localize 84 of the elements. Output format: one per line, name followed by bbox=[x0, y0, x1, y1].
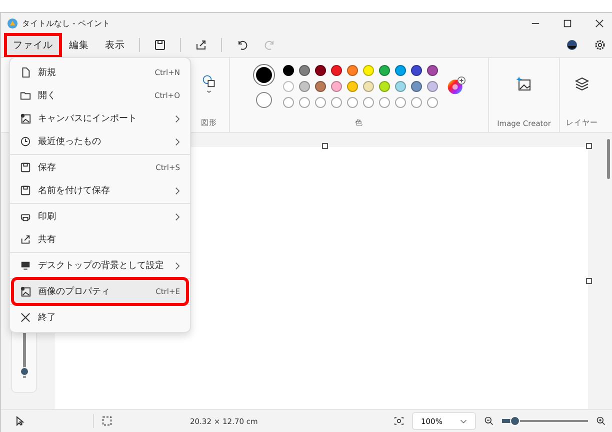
menu-item[interactable]: 終了 bbox=[14, 306, 186, 329]
color-swatch[interactable] bbox=[330, 80, 342, 92]
secondary-color-swatch[interactable] bbox=[256, 92, 272, 108]
chevron-down-icon bbox=[460, 418, 467, 424]
color-swatch[interactable] bbox=[298, 64, 310, 76]
redo-icon bbox=[264, 39, 276, 51]
menu-item[interactable]: デスクトップの背景として設定 bbox=[14, 254, 186, 277]
empty-color-slot[interactable] bbox=[362, 96, 374, 108]
resize-handle[interactable] bbox=[586, 278, 592, 284]
empty-color-slot[interactable] bbox=[426, 96, 438, 108]
empty-color-slot[interactable] bbox=[346, 96, 358, 108]
color-swatch[interactable] bbox=[314, 80, 326, 92]
color-swatch[interactable] bbox=[314, 64, 326, 76]
color-swatch[interactable] bbox=[378, 80, 390, 92]
chevron-right-icon bbox=[175, 186, 180, 194]
menu-item[interactable]: キャンバスにインポート bbox=[14, 107, 186, 130]
scrollbar-thumb[interactable] bbox=[606, 139, 610, 179]
empty-color-slot[interactable] bbox=[378, 96, 390, 108]
color-swatch[interactable] bbox=[426, 64, 438, 76]
color-swatch[interactable] bbox=[410, 80, 422, 92]
folder-icon bbox=[20, 90, 31, 101]
empty-color-slot[interactable] bbox=[330, 96, 342, 108]
slider-thumb[interactable] bbox=[510, 416, 520, 426]
settings-icon[interactable] bbox=[594, 39, 606, 51]
menu-item[interactable]: 最近使ったもの bbox=[14, 130, 186, 153]
menu-item[interactable]: 印刷 bbox=[14, 205, 186, 228]
color-swatch[interactable] bbox=[282, 80, 294, 92]
slider-thumb[interactable] bbox=[20, 367, 28, 376]
edit-colors-icon[interactable] bbox=[446, 76, 466, 96]
layers-icon[interactable] bbox=[574, 76, 590, 92]
chevron-right-icon bbox=[175, 212, 180, 220]
image-sparkle-icon[interactable] bbox=[516, 76, 532, 92]
zoom-in-icon[interactable] bbox=[596, 416, 606, 426]
resize-handle[interactable] bbox=[586, 143, 592, 149]
menu-item[interactable]: 共有 bbox=[14, 228, 186, 251]
clock-icon bbox=[20, 136, 31, 147]
empty-color-slot[interactable] bbox=[394, 96, 406, 108]
resize-handle[interactable] bbox=[322, 143, 328, 149]
selection-icon bbox=[102, 416, 112, 426]
primary-color-swatch[interactable] bbox=[252, 64, 274, 86]
chevron-right-icon bbox=[175, 262, 180, 270]
color-swatch[interactable] bbox=[346, 64, 358, 76]
share-icon bbox=[20, 234, 31, 245]
color-swatch[interactable] bbox=[394, 80, 406, 92]
color-swatch[interactable] bbox=[298, 80, 310, 92]
undo-icon[interactable] bbox=[236, 39, 248, 51]
app-icon bbox=[7, 18, 18, 28]
color-swatch[interactable] bbox=[346, 80, 358, 92]
close-icon bbox=[20, 312, 31, 323]
color-swatch[interactable] bbox=[362, 80, 374, 92]
empty-color-slot[interactable] bbox=[410, 96, 422, 108]
document-icon bbox=[20, 67, 31, 78]
color-swatch[interactable] bbox=[378, 64, 390, 76]
shapes-icon[interactable] bbox=[202, 74, 216, 94]
close-icon[interactable] bbox=[595, 18, 604, 28]
empty-color-slot[interactable] bbox=[314, 96, 326, 108]
color-swatch[interactable] bbox=[426, 80, 438, 92]
save-icon bbox=[20, 162, 31, 173]
save-icon bbox=[20, 185, 31, 196]
color-swatch[interactable] bbox=[282, 64, 294, 76]
cursor-icon bbox=[15, 416, 25, 426]
menu-item[interactable]: 編集 bbox=[63, 36, 95, 54]
monitor-icon bbox=[20, 260, 31, 271]
color-swatch[interactable] bbox=[410, 64, 422, 76]
maximize-icon[interactable] bbox=[563, 18, 572, 28]
image-icon bbox=[20, 113, 31, 124]
menu-item[interactable]: 名前を付けて保存 bbox=[14, 179, 186, 202]
printer-icon bbox=[20, 211, 31, 222]
account-avatar-icon[interactable] bbox=[566, 39, 578, 51]
menu-item[interactable]: ファイル bbox=[7, 36, 59, 54]
chevron-right-icon bbox=[175, 114, 180, 122]
chevron-right-icon bbox=[175, 138, 180, 146]
color-swatch[interactable] bbox=[330, 64, 342, 76]
empty-color-slot[interactable] bbox=[298, 96, 310, 108]
fit-to-window-icon[interactable] bbox=[394, 416, 404, 426]
share-icon[interactable] bbox=[195, 39, 207, 51]
color-swatch[interactable] bbox=[362, 64, 374, 76]
window-title: タイトルなし - ペイント bbox=[22, 18, 110, 28]
image-icon bbox=[20, 286, 31, 297]
zoom-out-icon[interactable] bbox=[484, 416, 494, 426]
empty-color-slot[interactable] bbox=[282, 96, 294, 108]
save-icon[interactable] bbox=[154, 39, 166, 51]
color-swatch[interactable] bbox=[394, 64, 406, 76]
menu-item[interactable]: 表示 bbox=[99, 36, 131, 54]
